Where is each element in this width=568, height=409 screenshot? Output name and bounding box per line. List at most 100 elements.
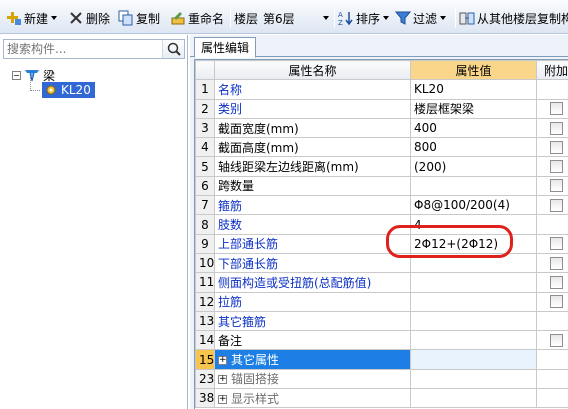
extra-cell xyxy=(536,272,568,293)
row-number: 9 xyxy=(195,233,215,254)
rename-icon xyxy=(170,10,186,26)
sort-icon: AZ xyxy=(338,10,354,27)
table-row[interactable]: 11 侧面构造或受扭筋(总配筋值) xyxy=(195,272,568,293)
property-value[interactable]: 2Φ12+(2Φ12) xyxy=(410,233,537,254)
property-value[interactable] xyxy=(410,310,537,332)
copy-from-floor-label: 从其他楼层复制构 xyxy=(477,11,568,26)
group-name-cell[interactable]: + 锚固搭接 xyxy=(214,368,411,390)
extra-checkbox[interactable] xyxy=(549,256,563,270)
extra-checkbox[interactable] xyxy=(549,295,563,309)
group-value-cell xyxy=(410,349,537,370)
copy-button[interactable]: 复制 xyxy=(118,8,160,28)
delete-button[interactable]: 删除 xyxy=(68,8,110,28)
grid-header-num xyxy=(195,60,215,81)
property-value[interactable] xyxy=(410,252,537,274)
table-row[interactable]: 14 备注 xyxy=(195,330,568,351)
table-row[interactable]: 1 名称 KL20 xyxy=(195,79,568,100)
row-number: 38 xyxy=(195,388,215,409)
search-button[interactable] xyxy=(162,40,184,58)
sort-button[interactable]: AZ 排序 xyxy=(338,8,390,28)
row-number: 7 xyxy=(195,195,215,216)
new-button[interactable]: 新建 xyxy=(6,8,58,28)
copy-from-floor-button[interactable]: 从其他楼层复制构 xyxy=(459,8,568,28)
table-row[interactable]: 5 轴线距梁左边线距离(mm) (200) xyxy=(195,156,568,177)
expand-icon[interactable]: + xyxy=(218,356,227,366)
extra-checkbox[interactable] xyxy=(549,140,563,154)
group-value-cell xyxy=(410,388,537,409)
row-number: 8 xyxy=(195,214,215,235)
tree-node-kl20[interactable]: KL20 xyxy=(42,82,95,98)
group-row[interactable]: 38 + 显示样式 xyxy=(195,388,568,409)
toolbar: 新建 删除 复制 重命名 楼层 第6层 AZ 排序 过滤 从其他楼层复制构 xyxy=(0,0,568,34)
copy-floor-icon xyxy=(459,10,475,26)
extra-checkbox[interactable] xyxy=(549,237,563,251)
extra-checkbox[interactable] xyxy=(549,160,563,174)
property-value[interactable]: 4 xyxy=(410,214,537,235)
extra-checkbox[interactable] xyxy=(549,121,563,135)
extra-checkbox[interactable] xyxy=(549,198,563,212)
property-value[interactable] xyxy=(410,330,537,351)
floor-select[interactable]: 第6层 xyxy=(261,9,331,27)
extra-checkbox[interactable] xyxy=(549,179,563,193)
property-value[interactable] xyxy=(410,291,537,312)
property-value[interactable] xyxy=(410,175,537,197)
group-name-cell[interactable]: + 其它属性 xyxy=(214,349,411,370)
rename-button[interactable]: 重命名 xyxy=(170,8,224,28)
extra-checkbox[interactable] xyxy=(549,102,563,116)
grid-header-extra[interactable]: 附加 xyxy=(536,60,568,81)
search-input[interactable] xyxy=(4,40,160,58)
group-name-cell[interactable]: + 显示样式 xyxy=(214,388,411,409)
copy-label: 复制 xyxy=(136,11,161,26)
table-row[interactable]: 9 上部通长筋 2Φ12+(2Φ12) xyxy=(195,233,568,254)
table-row[interactable]: 13 其它箍筋 xyxy=(195,310,568,332)
grid-header-value[interactable]: 属性值 xyxy=(410,60,537,81)
property-value[interactable]: KL20 xyxy=(410,79,537,100)
property-value[interactable]: 400 xyxy=(410,117,537,139)
component-panel: − 梁 KL20 xyxy=(0,35,188,409)
toolbar-divider xyxy=(230,8,231,28)
row-number: 10 xyxy=(195,252,215,274)
table-row[interactable]: 6 跨数量 xyxy=(195,175,568,197)
row-number: 14 xyxy=(195,330,215,351)
extra-cell xyxy=(536,117,568,139)
extra-checkbox[interactable] xyxy=(549,333,563,347)
expand-icon[interactable]: + xyxy=(218,394,227,404)
table-row[interactable]: 4 截面高度(mm) 800 xyxy=(195,137,568,158)
search-field[interactable] xyxy=(3,39,185,59)
filter-icon xyxy=(394,10,412,26)
group-row[interactable]: 15 + 其它属性 xyxy=(195,349,568,370)
extra-checkbox[interactable] xyxy=(549,275,563,289)
table-row[interactable]: 3 截面宽度(mm) 400 xyxy=(195,117,568,139)
extra-cell xyxy=(536,214,568,235)
property-value[interactable]: 楼层框架梁 xyxy=(410,98,537,119)
extra-cell xyxy=(536,195,568,216)
tab-property-edit[interactable]: 属性编辑 xyxy=(194,37,257,58)
table-row[interactable]: 2 类别 楼层框架梁 xyxy=(195,98,568,119)
new-label: 新建 xyxy=(24,11,49,26)
property-name: 类别 xyxy=(214,98,411,119)
svg-text:A: A xyxy=(338,11,343,19)
table-row[interactable]: 10 下部通长筋 xyxy=(195,252,568,274)
collapse-icon[interactable]: − xyxy=(12,70,21,80)
table-row[interactable]: 12 拉筋 xyxy=(195,291,568,312)
tree-node-beam[interactable]: − 梁 xyxy=(12,67,55,83)
group-row[interactable]: 23 + 锚固搭接 xyxy=(195,368,568,390)
property-value[interactable]: (200) xyxy=(410,156,537,177)
table-row[interactable]: 8 肢数 4 xyxy=(195,214,568,235)
copy-icon xyxy=(118,10,134,26)
property-value[interactable] xyxy=(410,272,537,293)
property-name: 上部通长筋 xyxy=(214,233,411,254)
grid-header-name[interactable]: 属性名称 xyxy=(214,60,411,81)
filter-button[interactable]: 过滤 xyxy=(394,8,447,28)
property-value[interactable]: Φ8@100/200(4) xyxy=(410,195,537,216)
tab-strip: 属性编辑 xyxy=(190,35,568,58)
row-number: 23 xyxy=(195,368,215,390)
expand-icon[interactable]: + xyxy=(218,375,227,385)
extra-cell xyxy=(536,349,568,370)
table-row[interactable]: 7 箍筋 Φ8@100/200(4) xyxy=(195,195,568,216)
extra-cell xyxy=(536,310,568,332)
tree-node-kl20-label: KL20 xyxy=(61,83,91,97)
property-value[interactable]: 800 xyxy=(410,137,537,158)
tree-node-beam-label: 梁 xyxy=(43,68,56,83)
toolbar-divider xyxy=(455,8,456,28)
